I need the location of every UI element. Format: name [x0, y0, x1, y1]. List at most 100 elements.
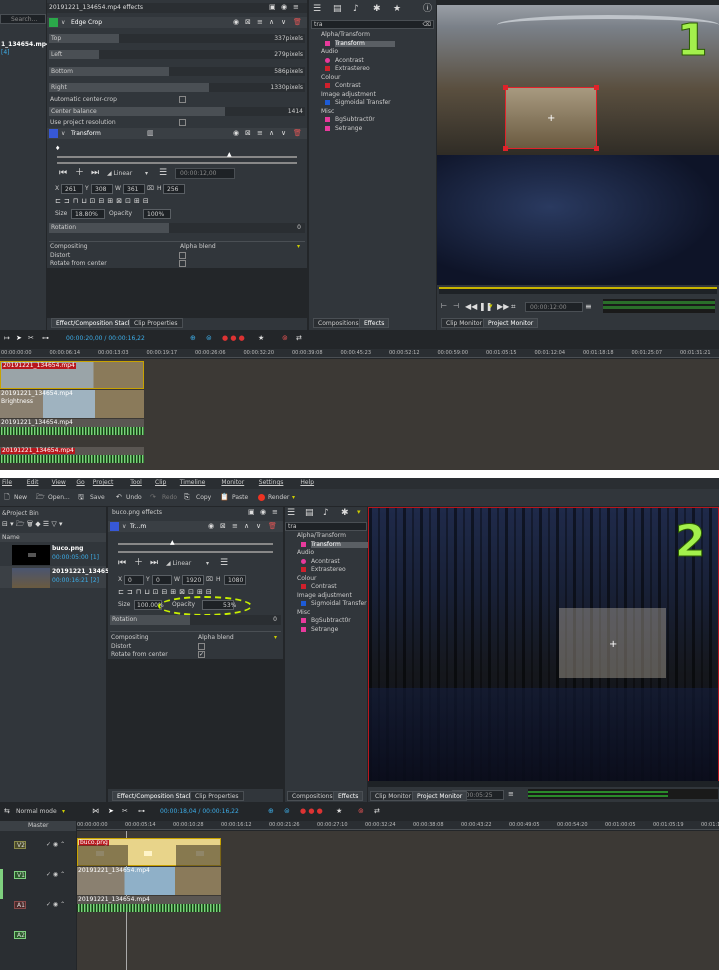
menu-item-go[interactable]: Go — [76, 480, 84, 486]
x-field[interactable]: 261 — [61, 184, 83, 194]
timeline-ruler-2[interactable]: 00:00:00:00 00:00:05:14 00:00:10:28 00:00:1… — [77, 821, 719, 830]
effect-item[interactable]: Setrange — [311, 626, 338, 633]
edge-crop-header[interactable]: ∨ Edge Crop ◉ ⊠ ≡ ∧ ∨ 🗑 — [47, 17, 307, 28]
menu-item-view[interactable]: View — [52, 480, 66, 486]
list-icon[interactable]: ☰ — [313, 5, 321, 14]
move-down-icon[interactable]: ∨ — [256, 523, 261, 530]
snap-icon[interactable]: ⊚ — [282, 335, 288, 342]
tab-effect-stack[interactable]: Effect/Composition Stack — [51, 318, 137, 328]
redo-button[interactable]: Redo — [162, 495, 177, 501]
favorite-icon[interactable]: ★ — [258, 335, 264, 342]
effects-search-input[interactable]: tra — [285, 522, 367, 531]
menu-item-edit[interactable]: Edit — [27, 480, 39, 486]
copy-button[interactable]: Copy — [196, 495, 211, 501]
size-field[interactable]: 18.80% — [71, 209, 105, 219]
delete-icon[interactable]: 🗑 — [293, 19, 302, 26]
collapse-icon[interactable]: ∨ — [61, 131, 65, 137]
distort-checkbox[interactable] — [179, 252, 186, 259]
add-keyframe-icon[interactable]: ＋ — [75, 169, 84, 178]
save-button[interactable]: Save — [90, 495, 105, 501]
keyframe-marker-icon[interactable]: ♦ — [55, 146, 60, 152]
param-center-balance[interactable]: Center balance 1414 — [49, 107, 305, 116]
align-icons[interactable]: ⊏⊐⊓⊔⊡⊟⊞⊠⊡⊞⊟ — [118, 588, 248, 597]
clip-a1[interactable]: 20191221_134654.mp4 — [77, 896, 221, 912]
split-view-icon[interactable]: ▣ — [248, 509, 255, 516]
timeline-timecode[interactable]: 00:00:18,04 / 00:00:16,22 — [160, 809, 239, 815]
h-field[interactable]: 256 — [163, 184, 185, 194]
menu-icon[interactable]: ≡ — [272, 509, 278, 516]
move-down-icon[interactable]: ∨ — [281, 130, 286, 137]
effect-item[interactable]: Extrastereo — [335, 66, 370, 72]
tab-project-monitor[interactable]: Project Monitor — [412, 791, 468, 801]
razor-icon[interactable]: ⋈ — [92, 808, 99, 815]
effect-item[interactable]: Acontrast — [335, 57, 364, 64]
select-tool-icon[interactable]: ➤ — [16, 335, 22, 342]
keyframe-ruler[interactable] — [118, 543, 273, 545]
overwrite-icon[interactable]: ⊜ — [206, 335, 212, 342]
in-point-icon[interactable]: ⊢ — [441, 303, 447, 310]
clip-video-mid[interactable]: 20191221_134654.mp4 Brightness — [0, 390, 144, 418]
clip-audio-2[interactable]: 20191221_134654.mp4 — [0, 447, 144, 463]
menu-icon[interactable]: ≡ — [585, 303, 592, 311]
video-icon[interactable]: ▤ — [333, 5, 342, 14]
track-controls[interactable]: ✓ ◉ ⌃ — [46, 902, 65, 908]
effect-category[interactable]: Alpha/Transform — [321, 32, 370, 38]
spacer-icon[interactable]: ⊶ — [138, 808, 145, 815]
track-controls[interactable]: ✓ ◉ ⌃ — [46, 872, 65, 878]
keyframe-timecode[interactable]: 00:00:12,00 — [175, 168, 235, 179]
forward-icon[interactable]: ▶▶ — [497, 303, 509, 311]
list-icon[interactable]: ☰ — [287, 509, 295, 518]
collapse-icon[interactable]: ∨ — [61, 20, 65, 26]
next-keyframe-icon[interactable]: ⏭ — [91, 169, 99, 178]
rotate-center-checkbox[interactable]: ✓ — [198, 651, 205, 658]
effect-category[interactable]: Colour — [321, 74, 340, 81]
audio-icon[interactable]: ♪ — [323, 509, 329, 518]
record-icon[interactable]: ● ● ● — [300, 808, 323, 815]
menu-icon[interactable]: ≡ — [257, 130, 263, 137]
clip-v1[interactable]: 20191221_134654.mp4 — [77, 867, 221, 895]
settings-icon[interactable]: ⇄ — [374, 808, 380, 815]
monitor-ruler[interactable] — [368, 781, 719, 787]
effect-enable-icon[interactable] — [49, 129, 58, 138]
info-icon[interactable]: ⓘ — [423, 5, 432, 14]
eye-icon[interactable]: ◉ — [233, 130, 239, 137]
effect-category[interactable]: Alpha/Transform — [297, 533, 346, 539]
keyframe-icon[interactable]: ⊠ — [220, 523, 226, 530]
select-tool-icon[interactable]: ➤ — [108, 808, 114, 815]
chart-icon[interactable]: ▥ — [147, 130, 154, 137]
clear-icon[interactable]: ⌫ — [423, 22, 431, 28]
menu-item-settings[interactable]: Settings — [259, 480, 284, 486]
menu-icon[interactable]: ≡ — [232, 523, 238, 530]
audio-icon[interactable]: ♪ — [353, 5, 359, 14]
effect-item[interactable]: BgSubtract0r — [335, 117, 375, 123]
x-field[interactable]: 0 — [124, 575, 144, 585]
add-keyframe-icon[interactable]: ＋ — [134, 559, 143, 568]
new-button[interactable]: New — [14, 495, 27, 501]
menu-item-tool[interactable]: Tool — [130, 480, 142, 486]
timeline-timecode[interactable]: 00:00:20,00 / 00:00:16,22 — [66, 336, 145, 342]
cut-icon[interactable]: ✂ — [28, 335, 34, 342]
param-bottom[interactable]: Bottom 586pixels — [49, 67, 305, 76]
cut-icon[interactable]: ✂ — [122, 808, 128, 815]
w-field[interactable]: 1920 — [182, 575, 204, 585]
interpolation-select[interactable]: ◢ Linear ▾ — [107, 169, 153, 179]
collapse-icon[interactable]: ∨ — [122, 524, 126, 530]
track-v1[interactable]: V1 ✓ ◉ ⌃ — [0, 869, 76, 899]
effect-item[interactable]: BgSubtract0r — [311, 618, 351, 624]
compare-icon[interactable]: ◉ — [281, 4, 287, 11]
settings-icon[interactable]: ⇄ — [296, 335, 302, 342]
track-v2[interactable]: V2 ✓ ◉ ⌃ — [0, 839, 76, 869]
track-controls[interactable]: ✓ ◉ ⌃ — [46, 842, 65, 848]
snap-icon[interactable]: ⊚ — [358, 808, 364, 815]
effect-item[interactable]: Sigmoidal Transfer — [335, 100, 391, 106]
effect-category[interactable]: Misc — [321, 108, 334, 115]
track-a1[interactable]: A1 ✓ ◉ ⌃ — [0, 899, 76, 929]
timeline-ruler-1[interactable]: 00:00:00:00 00:00:06:14 00:00:13:03 00:00:1… — [0, 349, 719, 358]
rotate-center-checkbox[interactable] — [179, 260, 186, 267]
clip-video-top[interactable]: 20191221_134654.mp4 — [0, 361, 144, 389]
effect-category[interactable]: Image adjustment — [321, 91, 376, 98]
tab-compositions[interactable]: Compositions — [313, 318, 364, 328]
auto-center-crop-checkbox[interactable] — [179, 96, 186, 103]
insert-icon[interactable]: ⊕ — [190, 335, 196, 342]
move-up-icon[interactable]: ∧ — [269, 19, 274, 26]
